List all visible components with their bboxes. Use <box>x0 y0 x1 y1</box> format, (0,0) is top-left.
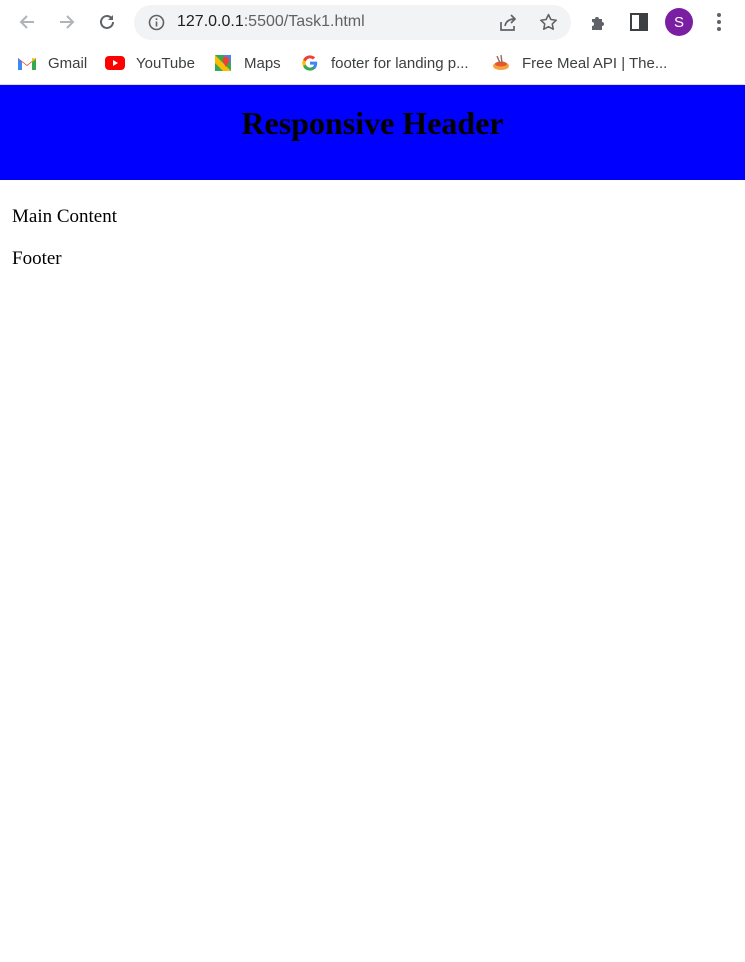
menu-kebab-icon[interactable] <box>708 11 730 33</box>
forward-button[interactable] <box>52 7 82 37</box>
youtube-icon <box>105 53 125 73</box>
gmail-icon <box>17 53 37 73</box>
url-path: :5500/Task1.html <box>243 13 365 30</box>
bookmark-gmail[interactable]: Gmail <box>17 44 87 82</box>
back-button[interactable] <box>12 7 42 37</box>
bookmark-label: footer for landing p... <box>331 54 469 72</box>
profile-initial: S <box>673 13 684 31</box>
bookmarks-bar: Gmail YouTube Maps footer for landing p.… <box>0 44 745 83</box>
page-title: Responsive Header <box>241 105 504 141</box>
bookmark-youtube[interactable]: YouTube <box>105 44 195 82</box>
url-text[interactable]: 127.0.0.1:5500/Task1.html <box>177 13 365 31</box>
bookmark-star-icon[interactable] <box>538 12 559 33</box>
bookmark-maps[interactable]: Maps <box>213 44 281 82</box>
page-header: Responsive Header <box>0 85 745 180</box>
bookmark-label: Gmail <box>48 54 88 72</box>
bookmark-label: YouTube <box>136 54 195 72</box>
side-panel-icon[interactable] <box>628 11 650 33</box>
bookmark-label: Free Meal API | The... <box>522 54 668 72</box>
arrow-left-icon <box>19 15 34 29</box>
page-viewport: Responsive Header Main Content Footer <box>0 85 745 962</box>
address-bar[interactable]: 127.0.0.1:5500/Task1.html <box>134 5 571 40</box>
maps-icon <box>213 53 233 73</box>
main-content: Main Content <box>12 206 118 227</box>
page-footer: Footer <box>12 248 62 269</box>
bookmark-free-meal-api[interactable]: Free Meal API | The... <box>491 44 667 82</box>
meal-api-icon <box>491 53 511 73</box>
reload-icon <box>100 14 114 29</box>
extensions-icon[interactable] <box>588 11 610 33</box>
bookmark-label: Maps <box>244 54 281 72</box>
google-icon <box>300 53 320 73</box>
share-icon[interactable] <box>498 13 518 33</box>
url-host: 127.0.0.1 <box>177 13 244 30</box>
browser-toolbar: 127.0.0.1:5500/Task1.html S <box>0 0 745 44</box>
reload-button[interactable] <box>92 7 122 37</box>
arrow-right-icon <box>60 15 75 29</box>
bookmark-google-footer[interactable]: footer for landing p... <box>300 44 469 82</box>
profile-avatar[interactable]: S <box>665 8 693 36</box>
site-info-icon[interactable] <box>148 14 165 31</box>
